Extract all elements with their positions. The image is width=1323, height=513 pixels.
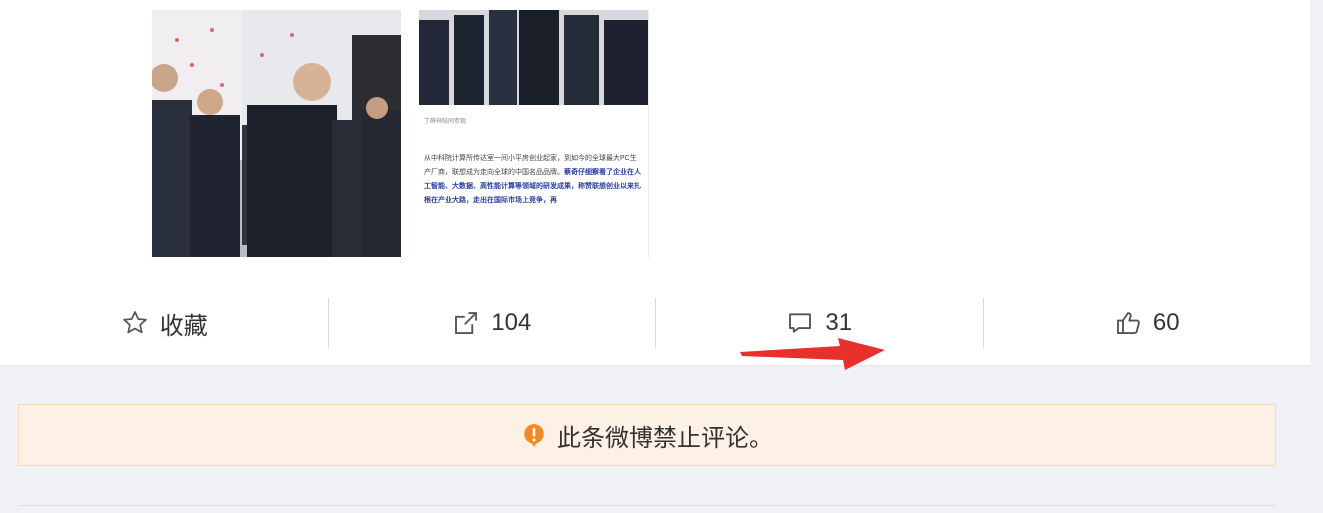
- repost-button[interactable]: 104: [327, 298, 656, 348]
- repost-count: 104: [491, 309, 532, 336]
- repost-icon: [455, 312, 478, 334]
- notice-text: 此条微博禁止评论。: [557, 424, 773, 452]
- post-action-bar: 收藏 104 31 60: [0, 282, 1310, 364]
- photo-scene-1: [152, 10, 401, 257]
- favorite-label: 收藏: [159, 312, 208, 340]
- like-count: 60: [1152, 309, 1180, 336]
- comments-disabled-notice: 此条微博禁止评论。: [18, 404, 1276, 466]
- photo-scene-2: [419, 10, 648, 105]
- image-caption: 丁薛祥陪同参观: [424, 119, 467, 125]
- post-image-1[interactable]: [152, 10, 401, 257]
- weibo-post-card: 丁薛祥陪同参观 从中科院计算所传达室一间小平房创业起家，到如今的全球最大PC生产…: [0, 0, 1310, 366]
- comment-count: 31: [825, 309, 853, 336]
- post-image-2[interactable]: 丁薛祥陪同参观 从中科院计算所传达室一间小平房创业起家，到如今的全球最大PC生产…: [419, 10, 649, 258]
- favorite-button[interactable]: 收藏: [0, 298, 328, 348]
- comment-icon: [789, 313, 812, 333]
- star-icon: [123, 311, 147, 334]
- warning-icon: [524, 424, 544, 447]
- divider: [18, 505, 1276, 506]
- like-button[interactable]: 60: [982, 298, 1311, 348]
- thumbs-up-icon: [1116, 312, 1140, 334]
- article-excerpt: 从中科院计算所传达室一间小平房创业起家，到如今的全球最大PC生产厂商，联想成为走…: [424, 152, 642, 208]
- red-arrow-annotation: [740, 338, 885, 370]
